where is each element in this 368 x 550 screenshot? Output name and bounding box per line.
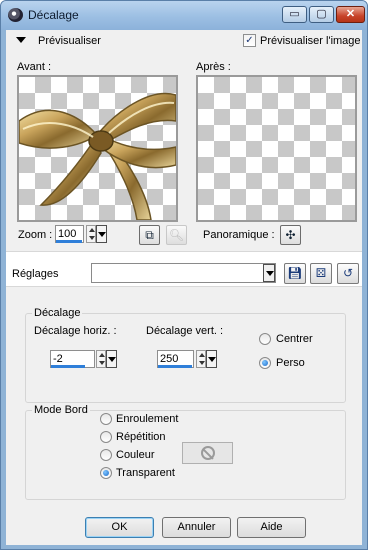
zoom-indicator [56,240,82,243]
randomize-button[interactable]: ⚄ [310,263,332,284]
triangle-down-icon[interactable] [16,37,26,43]
center-radio-label[interactable]: Centrer [276,333,313,345]
custom-radio[interactable] [259,357,271,369]
color-radio[interactable] [100,449,112,461]
edge-mode-group-title: Mode Bord [32,404,90,416]
after-preview[interactable] [196,75,357,222]
before-label: Avant : [17,61,52,73]
zoom-dropdown[interactable] [96,225,107,243]
center-radio[interactable] [259,333,271,345]
zoom-spinner[interactable] [86,225,96,243]
window-title: Décalage [28,8,79,22]
reset-arrow-icon: ↺ [342,266,354,280]
horizontal-offset-spinner[interactable] [96,350,106,368]
dialog-client-area: Prévisualiser ✓ Prévisualiser l'image Av… [6,30,362,545]
transparent-radio[interactable] [100,467,112,479]
presets-bar: Réglages 💾︎ ⚄ ↺ [6,251,362,287]
horizontal-offset-indicator [51,365,85,368]
presets-label: Réglages [12,268,59,280]
minimize-button[interactable]: ▭ [282,6,307,23]
cancel-button[interactable]: Annuler [162,517,231,538]
horizontal-offset-input[interactable]: -2 [50,350,95,368]
vertical-offset-indicator [158,365,192,368]
zoom-tool-button[interactable]: 🔍︎ [166,225,187,245]
save-preset-button[interactable]: 💾︎ [284,263,306,284]
horizontal-offset-label: Décalage horiz. : [34,325,117,337]
dialog-window: Décalage ▭ ▢ ✕ Prévisualiser ✓ Prévisual… [0,0,368,550]
floppy-disk-icon: 💾︎ [287,266,303,280]
vertical-offset-value: 250 [160,353,179,365]
no-color-icon [201,446,215,460]
color-radio-label[interactable]: Couleur [116,449,155,461]
magnifier-icon: 🔍︎ [168,228,185,242]
fit-window-button[interactable]: ⧉ [139,225,160,245]
vertical-offset-input[interactable]: 250 [157,350,194,368]
vertical-offset-label: Décalage vert. : [146,325,224,337]
vertical-offset-dropdown[interactable] [206,350,217,368]
zoom-input[interactable]: 100 [55,225,84,243]
offset-group-title: Décalage [32,307,83,319]
after-label: Après : [196,61,231,73]
app-icon[interactable] [8,8,23,22]
repeat-radio[interactable] [100,431,112,443]
reset-button[interactable]: ↺ [337,263,359,284]
zoom-value: 100 [58,228,77,240]
move-cross-icon: ✣ [285,228,296,242]
ok-button[interactable]: OK [85,517,154,538]
title-bar[interactable]: Décalage ▭ ▢ ✕ [1,1,367,30]
before-preview[interactable] [17,75,178,222]
custom-radio-label[interactable]: Perso [276,357,305,369]
vertical-offset-spinner[interactable] [196,350,206,368]
zoom-label: Zoom : [18,229,53,241]
presets-combo[interactable] [91,263,276,283]
help-button[interactable]: Aide [237,517,306,538]
color-swatch[interactable] [182,442,233,464]
preview-image-checkbox[interactable]: ✓ [243,34,256,47]
dice-icon: ⚄ [315,266,327,280]
horizontal-offset-dropdown[interactable] [106,350,117,368]
ribbon-bow-image [18,92,177,221]
pan-button[interactable]: ✣ [280,225,301,245]
preview-bar: Prévisualiser ✓ Prévisualiser l'image [6,30,362,52]
presets-dropdown-arrow[interactable] [263,264,275,282]
panoramique-label: Panoramique : [203,229,275,241]
horizontal-offset-value: -2 [53,353,63,365]
maximize-button[interactable]: ▢ [309,6,334,23]
preview-image-checkbox-label[interactable]: Prévisualiser l'image [260,35,361,47]
close-button[interactable]: ✕ [336,6,365,23]
repeat-radio-label[interactable]: Répétition [116,431,166,443]
wrap-radio-label[interactable]: Enroulement [116,413,178,425]
preview-toggle-label[interactable]: Prévisualiser [38,35,101,47]
fit-window-icon: ⧉ [145,228,154,242]
wrap-radio[interactable] [100,413,112,425]
transparent-radio-label[interactable]: Transparent [116,467,175,479]
